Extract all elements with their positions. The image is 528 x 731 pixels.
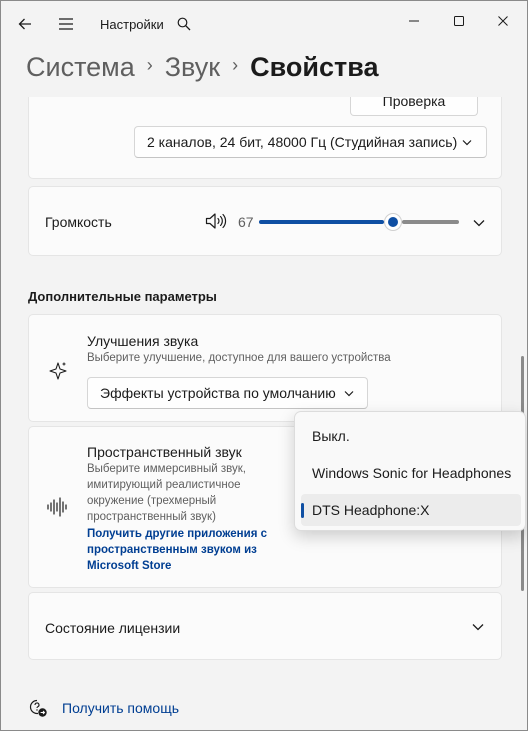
spatial-option-off[interactable]: Выкл. — [301, 420, 521, 452]
chevron-down-icon — [462, 140, 472, 146]
store-link-3[interactable]: Microsoft Store — [87, 558, 171, 575]
volume-label: Громкость — [45, 214, 112, 230]
chevron-down-icon — [344, 391, 354, 397]
spatial-option-windows-sonic[interactable]: Windows Sonic for Headphones — [301, 457, 521, 489]
volume-slider[interactable] — [259, 212, 459, 232]
menu-button[interactable] — [51, 9, 81, 39]
maximize-icon — [454, 16, 464, 26]
help-row[interactable]: Получить помощь — [28, 698, 179, 718]
volume-slider-thumb[interactable] — [384, 213, 402, 231]
breadcrumb: Система › Звук › Свойства — [26, 49, 378, 85]
advanced-heading: Дополнительные параметры — [28, 289, 217, 304]
volume-card: Громкость 67 — [28, 186, 502, 256]
help-link[interactable]: Получить помощь — [62, 700, 179, 716]
license-card[interactable]: Состояние лицензии — [28, 592, 502, 660]
minimize-button[interactable] — [400, 11, 428, 31]
app-title: Настройки — [100, 17, 164, 32]
spatial-sound-title: Пространственный звук — [87, 444, 242, 460]
back-button[interactable] — [10, 9, 40, 39]
help-chat-icon — [29, 699, 47, 717]
spatial-sound-desc-2: имитирующий реалистичное — [87, 479, 241, 491]
hamburger-icon — [59, 18, 73, 30]
volume-expand-button[interactable] — [467, 213, 491, 233]
chevron-down-icon — [472, 624, 484, 631]
spatial-option-dts[interactable]: DTS Headphone:X — [301, 494, 521, 526]
audio-format-select[interactable]: 2 каналов, 24 бит, 48000 Гц (Студийная з… — [134, 126, 487, 158]
close-button[interactable] — [489, 11, 517, 31]
title-bar: Настройки — [1, 1, 527, 45]
breadcrumb-system[interactable]: Система — [26, 52, 135, 83]
spatial-sound-desc-1: Выберите иммерсивный звук, — [87, 463, 246, 475]
enhancements-select[interactable]: Эффекты устройства по умолчанию — [87, 377, 368, 409]
license-label: Состояние лицензии — [45, 620, 181, 636]
enhancements-title: Улучшения звука — [87, 333, 199, 349]
format-card: Проверка 2 каналов, 24 бит, 48000 Гц (Ст… — [28, 97, 502, 179]
maximize-button[interactable] — [445, 11, 473, 31]
enhancements-description: Выберите улучшение, доступное для вашего… — [87, 352, 391, 364]
volume-slider-track — [402, 220, 459, 224]
settings-window: Настройки Система › Звук › Свойства Пров… — [0, 0, 528, 731]
soundwave-icon — [47, 497, 67, 517]
search-button[interactable] — [169, 9, 199, 39]
test-button[interactable]: Проверка — [350, 97, 478, 116]
page-title: Свойства — [250, 51, 379, 82]
enhancements-value: Эффекты устройства по умолчанию — [100, 385, 336, 401]
speaker-icon[interactable] — [205, 212, 227, 230]
breadcrumb-separator: › — [232, 54, 239, 75]
chevron-down-icon — [473, 220, 485, 227]
spatial-option-dts-label: DTS Headphone:X — [312, 502, 430, 518]
breadcrumb-separator: › — [146, 54, 153, 75]
back-arrow-icon — [18, 18, 31, 30]
volume-value: 67 — [238, 214, 254, 230]
close-icon — [498, 16, 508, 26]
store-link-1[interactable]: Получить другие приложения с — [87, 526, 267, 543]
enhancements-card: Улучшения звука Выберите улучшение, дост… — [28, 314, 502, 422]
volume-slider-fill — [259, 220, 384, 224]
minimize-icon — [409, 20, 419, 22]
breadcrumb-sound[interactable]: Звук — [165, 52, 220, 83]
search-icon — [177, 17, 191, 31]
spatial-sound-dropdown: Выкл. Windows Sonic for Headphones DTS H… — [294, 411, 526, 531]
spatial-sound-desc-3: окружение (трехмерный — [87, 495, 217, 507]
spatial-sound-desc-4: пространственный звук) — [87, 511, 216, 523]
sparkle-icon — [49, 362, 67, 380]
audio-format-value: 2 каналов, 24 бит, 48000 Гц (Студийная з… — [147, 134, 458, 150]
selected-indicator — [301, 503, 304, 518]
store-link-2[interactable]: пространственным звуком из — [87, 542, 257, 559]
